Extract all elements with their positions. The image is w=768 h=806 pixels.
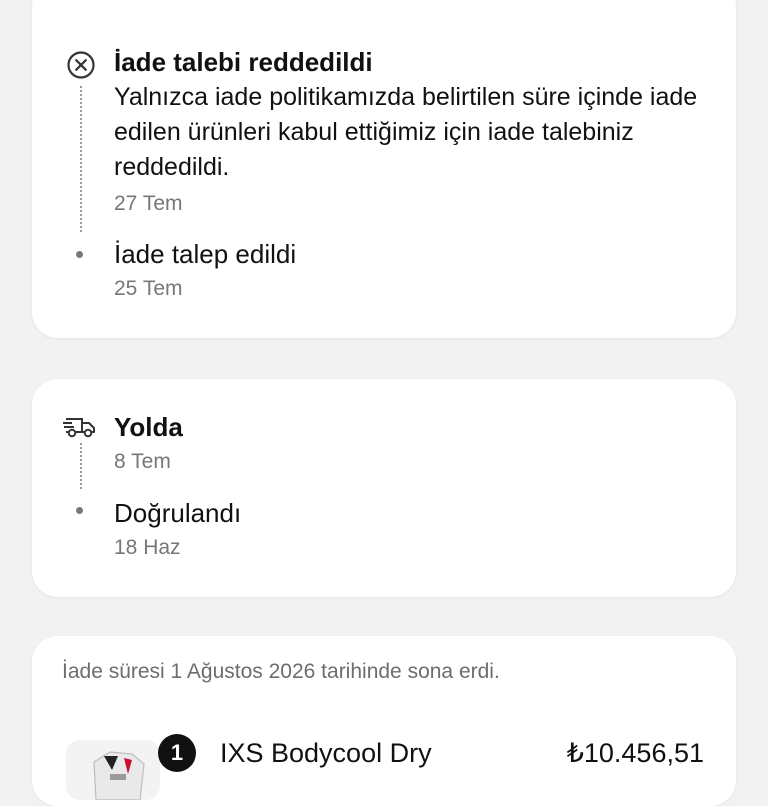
timeline-dot-icon xyxy=(76,507,83,514)
timeline-connector xyxy=(80,443,82,489)
event-title: Yolda xyxy=(114,412,183,442)
event-title: İade talep edildi xyxy=(114,239,297,269)
event-date: 18 Haz xyxy=(114,536,181,559)
refund-status-card: İade talebi reddedildi Yalnızca iade pol… xyxy=(32,0,736,338)
event-title: İade talebi reddedildi xyxy=(114,47,373,77)
event-date: 8 Tem xyxy=(114,450,171,473)
timeline-event-in-transit: Yolda 8 Tem xyxy=(114,411,706,477)
timeline-connector xyxy=(80,86,82,232)
timeline-dot-icon xyxy=(76,251,83,258)
event-date: 27 Tem xyxy=(114,192,183,215)
event-title: Doğrulandı xyxy=(114,498,242,528)
return-period-note: İade süresi 1 Ağustos 2026 tarihinde son… xyxy=(62,660,500,683)
delivery-truck-icon xyxy=(63,418,95,438)
product-price: ₺10.456,51 xyxy=(566,738,704,768)
event-date: 25 Tem xyxy=(114,277,183,300)
timeline-event-refund-rejected: İade talebi reddedildi Yalnızca iade pol… xyxy=(114,46,706,219)
timeline-event-verified: Doğrulandı 18 Haz xyxy=(114,497,706,563)
product-name[interactable]: IXS Bodycool Dry xyxy=(220,738,432,769)
product-thumbnail[interactable] xyxy=(66,740,160,800)
event-description: Yalnızca iade politikamızda belirtilen s… xyxy=(114,83,698,181)
quantity-badge: 1 xyxy=(158,734,196,772)
product-card: İade süresi 1 Ağustos 2026 tarihinde son… xyxy=(32,636,736,806)
x-circle-icon xyxy=(67,51,95,79)
shipping-status-card: Yolda 8 Tem Doğrulandı 18 Haz xyxy=(32,379,736,597)
product-image-icon xyxy=(66,740,160,800)
timeline-event-refund-requested: İade talep edildi 25 Tem xyxy=(114,238,706,304)
